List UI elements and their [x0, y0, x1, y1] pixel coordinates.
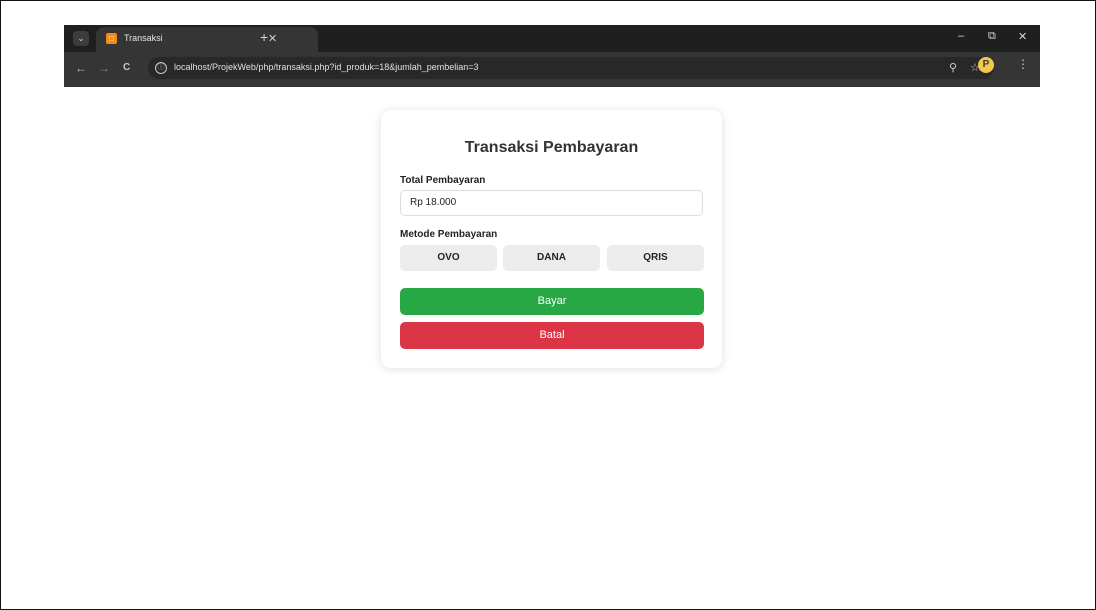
- zoom-icon[interactable]: ⚲: [949, 61, 957, 74]
- back-icon[interactable]: ←: [75, 61, 87, 75]
- tab-title: Transaksi: [124, 33, 163, 43]
- site-info-icon[interactable]: ⓘ: [155, 62, 167, 74]
- url-text[interactable]: localhost/ProjekWeb/php/transaksi.php?id…: [174, 62, 479, 72]
- cancel-button[interactable]: Batal: [400, 322, 704, 349]
- restore-icon[interactable]: ⧉: [988, 30, 996, 43]
- payment-card: Transaksi Pembayaran Total Pembayaran Rp…: [381, 110, 722, 368]
- minimize-icon[interactable]: –: [958, 30, 964, 42]
- profile-avatar-icon[interactable]: P: [978, 57, 994, 73]
- reload-icon[interactable]: C: [123, 61, 130, 75]
- forward-icon[interactable]: →: [98, 61, 110, 75]
- new-tab-icon[interactable]: +: [260, 29, 268, 45]
- tab-strip: ⌄ □ Transaksi ✕ + – ⧉ ✕: [64, 25, 1040, 52]
- page-title: Transaksi Pembayaran: [464, 139, 639, 156]
- tab-search-icon[interactable]: ⌄: [73, 31, 89, 46]
- window-close-icon[interactable]: ✕: [1018, 30, 1027, 43]
- tab-close-icon[interactable]: ✕: [268, 32, 277, 45]
- method-ovo-button[interactable]: OVO: [400, 245, 497, 271]
- method-qris-button[interactable]: QRIS: [607, 245, 704, 271]
- browser-toolbar: ← → C ⓘ localhost/ProjekWeb/php/transaks…: [64, 52, 1040, 87]
- tab-transaksi[interactable]: □ Transaksi ✕: [96, 27, 318, 52]
- address-bar[interactable]: ⓘ localhost/ProjekWeb/php/transaksi.php?…: [148, 57, 994, 79]
- browser-window: ⌄ □ Transaksi ✕ + – ⧉ ✕ ← → C ⓘ localhos…: [64, 25, 1040, 87]
- total-payment-field[interactable]: Rp 18.000: [400, 190, 703, 216]
- method-dana-button[interactable]: DANA: [503, 245, 600, 271]
- total-label: Total Pembayaran: [400, 175, 486, 186]
- pay-button[interactable]: Bayar: [400, 288, 704, 315]
- browser-menu-icon[interactable]: ⋮: [1017, 57, 1029, 71]
- favicon-icon: □: [106, 33, 117, 44]
- method-label: Metode Pembayaran: [400, 229, 498, 240]
